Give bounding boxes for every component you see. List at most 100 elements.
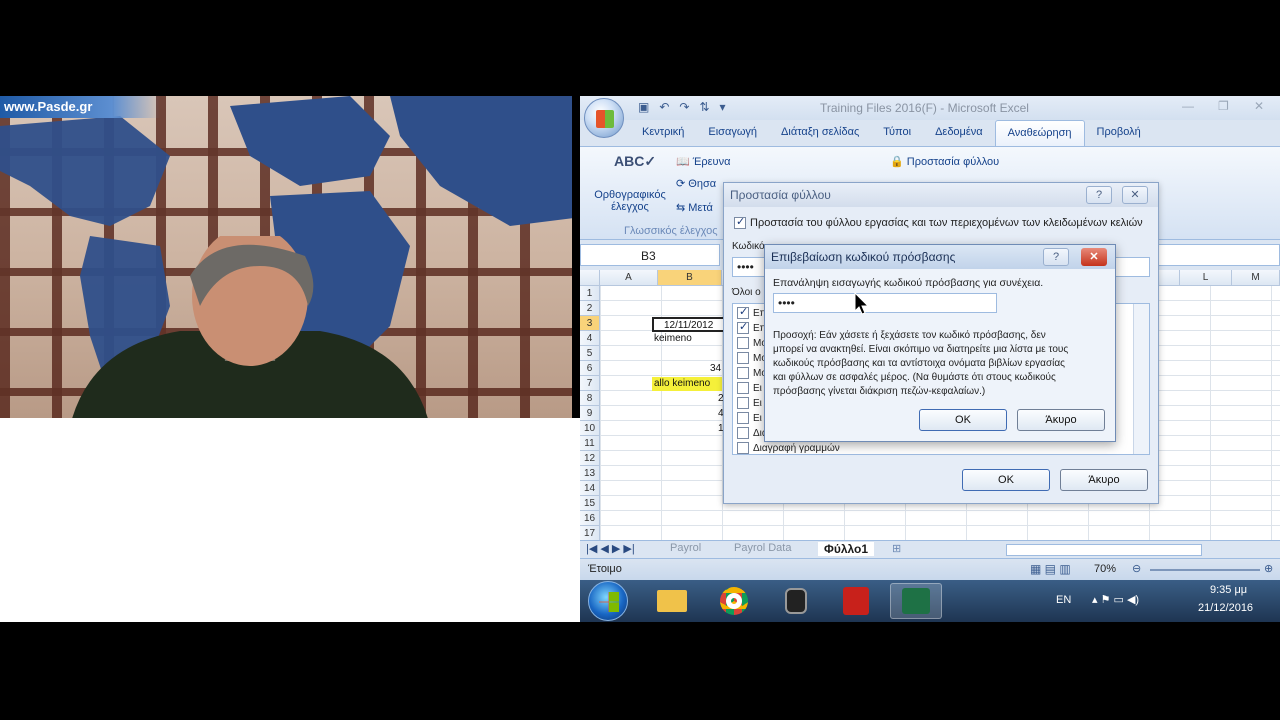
tab-formulas[interactable]: Τύποι	[871, 120, 923, 146]
sheet-nav-arrows[interactable]: |◀ ◀ ▶ ▶|	[586, 542, 635, 555]
row-header[interactable]: 15	[580, 496, 600, 511]
list-item[interactable]: Διαγραφή γραμμών	[737, 441, 840, 456]
taskbar-webcam[interactable]	[770, 583, 822, 619]
tab-review[interactable]: Αναθεώρηση	[994, 120, 1085, 146]
minimize-button[interactable]: —	[1182, 99, 1194, 113]
row-header[interactable]: 12	[580, 451, 600, 466]
cancel-button[interactable]: Άκυρο	[1017, 409, 1105, 431]
column-header-m[interactable]: M	[1232, 270, 1280, 286]
list-checkbox[interactable]	[737, 337, 749, 350]
zoom-out-icon[interactable]: ⊖	[1132, 562, 1141, 575]
zoom-in-icon[interactable]: ⊕	[1264, 562, 1273, 575]
translate-icon: ⇆	[676, 202, 689, 214]
row-header[interactable]: 14	[580, 481, 600, 496]
undo-icon[interactable]: ↶	[659, 100, 669, 116]
list-checkbox[interactable]	[737, 397, 749, 410]
taskbar-excel[interactable]	[890, 583, 942, 619]
select-all-corner[interactable]	[580, 270, 600, 286]
name-box[interactable]: B3	[580, 244, 720, 266]
spelling-button[interactable]: Ορθογραφικός έλεγχος	[588, 189, 672, 213]
tab-data[interactable]: Δεδομένα	[923, 120, 995, 146]
row-header[interactable]: 5	[580, 346, 600, 361]
zoom-level[interactable]: 70%	[1094, 563, 1116, 575]
cell-b6[interactable]: 34	[710, 362, 721, 376]
status-bar: Έτοιμο ▦ ▤ ▥ 70% ⊖ ⊕	[580, 558, 1280, 580]
confirm-password-input[interactable]: ••••	[773, 293, 997, 313]
row-header[interactable]: 13	[580, 466, 600, 481]
start-button[interactable]	[588, 581, 628, 621]
research-button[interactable]: 📖 Έρευνα	[676, 155, 730, 168]
column-header-b[interactable]: B	[658, 270, 722, 286]
clock-time[interactable]: 9:35 μμ	[1210, 584, 1247, 596]
column-header-l[interactable]: L	[1180, 270, 1232, 286]
row-header[interactable]: 11	[580, 436, 600, 451]
row-header[interactable]: 4	[580, 331, 600, 346]
thesaurus-button[interactable]: ⟳ Θησα	[676, 177, 716, 190]
row-header[interactable]: 2	[580, 301, 600, 316]
save-icon[interactable]: ▣	[638, 100, 649, 116]
tab-home[interactable]: Κεντρική	[630, 120, 696, 146]
cancel-button[interactable]: Άκυρο	[1060, 469, 1148, 491]
taskbar-chrome[interactable]	[708, 583, 760, 619]
protect-checkbox[interactable]	[734, 215, 746, 230]
cell-b7[interactable]: allo keimeno	[652, 377, 722, 391]
list-checkbox[interactable]	[737, 352, 749, 365]
tab-view[interactable]: Προβολή	[1085, 120, 1153, 146]
row-header[interactable]: 3	[580, 316, 600, 331]
row-header[interactable]: 6	[580, 361, 600, 376]
sheet-tab-payrol-data[interactable]: Payrol Data	[734, 542, 791, 554]
row-header[interactable]: 17	[580, 526, 600, 541]
row-header[interactable]: 10	[580, 421, 600, 436]
close-icon[interactable]: ✕	[1122, 186, 1148, 204]
list-scrollbar[interactable]	[1133, 304, 1149, 454]
close-icon[interactable]: ✕	[1081, 248, 1107, 266]
list-checkbox[interactable]	[737, 367, 749, 380]
list-checkbox[interactable]	[737, 320, 749, 335]
maximize-button[interactable]: ❐	[1218, 99, 1229, 113]
protect-sheet-button[interactable]: 🔒 Προστασία φύλλου	[890, 155, 999, 168]
row-header[interactable]: 7	[580, 376, 600, 391]
translate-button[interactable]: ⇆ Μετά	[676, 201, 713, 214]
cell-b3[interactable]: 12/11/2012	[652, 317, 728, 332]
column-header-a[interactable]: A	[600, 270, 658, 286]
row-header[interactable]: 1	[580, 286, 600, 301]
spelling-icon: ABC✓	[614, 153, 657, 169]
sheet-tab-payrol[interactable]: Payrol	[670, 542, 701, 554]
language-indicator[interactable]: EN	[1056, 594, 1071, 606]
close-button[interactable]: ✕	[1254, 99, 1264, 113]
warning-line: και φύλλων σε ασφαλές μέρος. (Να θυμάστε…	[773, 372, 1056, 383]
ok-button[interactable]: OK	[962, 469, 1050, 491]
row-header[interactable]: 16	[580, 511, 600, 526]
office-button[interactable]	[584, 98, 624, 138]
tab-page-layout[interactable]: Διάταξη σελίδας	[769, 120, 871, 146]
list-checkbox[interactable]	[737, 442, 749, 455]
help-icon[interactable]: ?	[1086, 186, 1112, 204]
tray-icons[interactable]: ▴ ⚑ ▭ ◀)	[1092, 593, 1139, 606]
list-checkbox[interactable]	[737, 305, 749, 320]
list-checkbox[interactable]	[737, 427, 749, 440]
tab-insert[interactable]: Εισαγωγή	[696, 120, 769, 146]
ok-button[interactable]: OK	[919, 409, 1007, 431]
list-checkbox[interactable]	[737, 412, 749, 425]
zoom-slider[interactable]	[1150, 569, 1260, 571]
taskbar-acrobat[interactable]	[830, 583, 882, 619]
horizontal-scrollbar[interactable]	[1006, 544, 1202, 556]
qat-customize-icon[interactable]: ▾	[720, 100, 726, 116]
cell-b4[interactable]: keimeno	[654, 332, 692, 346]
row-header[interactable]: 9	[580, 406, 600, 421]
taskbar-explorer[interactable]	[646, 583, 698, 619]
protect-checkbox-label: Προστασία του φύλλου εργασίας και των πε…	[750, 217, 1143, 229]
list-checkbox[interactable]	[737, 382, 749, 395]
row-header[interactable]: 8	[580, 391, 600, 406]
help-icon[interactable]: ?	[1043, 248, 1069, 266]
insert-sheet-icon[interactable]: ⊞	[892, 542, 901, 555]
sheet-tab-sheet1[interactable]: Φύλλο1	[818, 542, 875, 556]
redo-icon[interactable]: ↷	[679, 100, 689, 116]
clock-date[interactable]: 21/12/2016	[1198, 602, 1253, 614]
protect-checkbox-row[interactable]: Προστασία του φύλλου εργασίας και των πε…	[734, 215, 1143, 230]
warning-line: κωδικούς πρόσβασης και τα αντίστοιχα ονό…	[773, 358, 1065, 369]
window-title: Training Files 2016(F) - Microsoft Excel	[820, 101, 1029, 115]
sort-icon[interactable]: ⇅	[699, 100, 709, 116]
view-buttons[interactable]: ▦ ▤ ▥	[1030, 562, 1071, 576]
presenter	[72, 236, 428, 418]
